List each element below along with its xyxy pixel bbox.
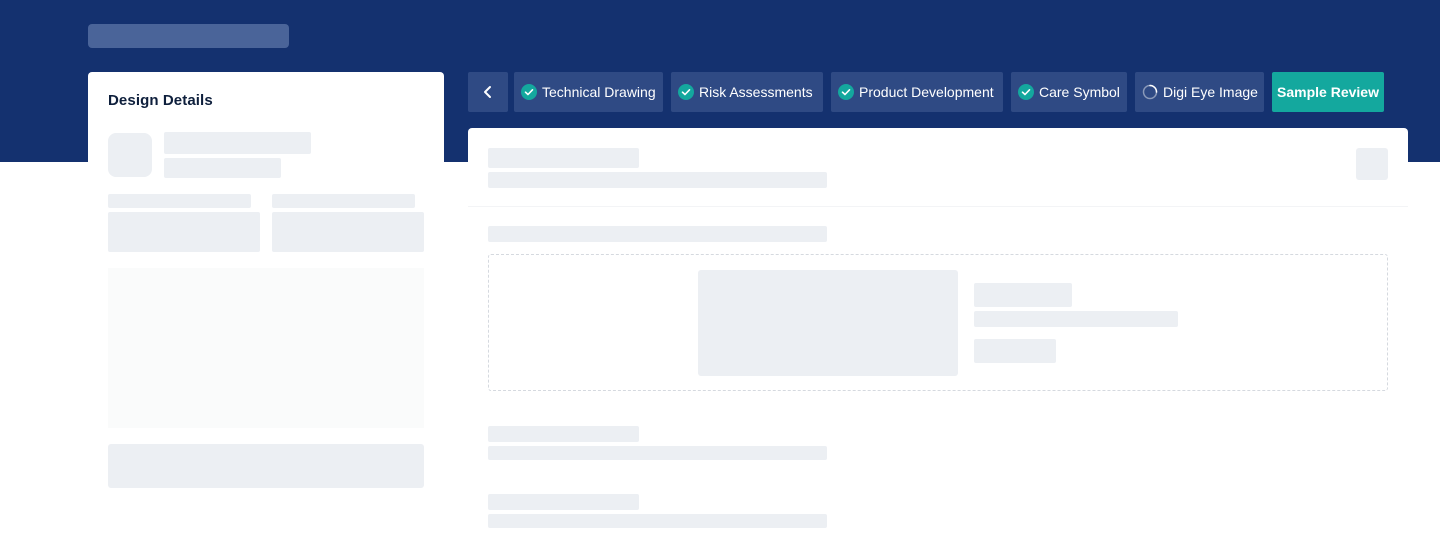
preview-area-skeleton [108, 268, 424, 428]
tab-label: Technical Drawing [542, 84, 656, 100]
tab-sample-review[interactable]: Sample Review [1272, 72, 1384, 112]
field-title-skeleton [488, 494, 639, 510]
file-name-skeleton [974, 283, 1072, 307]
divider [468, 206, 1408, 207]
check-circle-icon [1018, 84, 1034, 100]
tab-care-symbol[interactable]: Care Symbol [1011, 72, 1127, 112]
tab-technical-drawing[interactable]: Technical Drawing [514, 72, 663, 112]
section-subtitle-skeleton [488, 172, 827, 188]
field-input-skeleton [108, 212, 260, 252]
tab-product-development[interactable]: Product Development [831, 72, 1003, 112]
upload-label-skeleton [488, 226, 827, 242]
tab-label: Digi Eye Image [1163, 84, 1258, 100]
check-circle-icon [838, 84, 854, 100]
back-button[interactable] [468, 72, 508, 112]
tab-label: Product Development [859, 84, 994, 100]
tab-digi-eye-image[interactable]: Digi Eye Image [1135, 72, 1264, 112]
tab-label: Risk Assessments [699, 84, 813, 100]
tab-label: Care Symbol [1039, 84, 1120, 100]
tab-risk-assessments[interactable]: Risk Assessments [671, 72, 823, 112]
field-value-skeleton [488, 514, 827, 528]
field-input-skeleton [272, 212, 424, 252]
subtitle-skeleton [164, 158, 281, 178]
check-circle-icon [678, 84, 694, 100]
design-details-card: Design Details [88, 72, 444, 544]
field-label-skeleton [108, 194, 251, 208]
page-title-skeleton [88, 24, 289, 48]
field-title-skeleton [488, 426, 639, 442]
tab-label: Sample Review [1277, 84, 1379, 100]
spinner-icon [1142, 84, 1158, 100]
avatar-skeleton [108, 133, 152, 177]
image-preview-skeleton [698, 270, 958, 376]
chevron-left-icon [484, 86, 491, 98]
field-value-skeleton [488, 446, 827, 460]
design-details-title: Design Details [108, 92, 213, 109]
header-action-skeleton [1356, 148, 1388, 180]
file-meta-skeleton [974, 311, 1178, 327]
file-action-skeleton [974, 339, 1056, 363]
action-button-skeleton [108, 444, 424, 488]
name-skeleton [164, 132, 311, 154]
main-content-card [468, 128, 1408, 544]
field-label-skeleton [272, 194, 415, 208]
check-circle-icon [521, 84, 537, 100]
section-title-skeleton [488, 148, 639, 168]
upload-dropzone[interactable] [488, 254, 1388, 391]
